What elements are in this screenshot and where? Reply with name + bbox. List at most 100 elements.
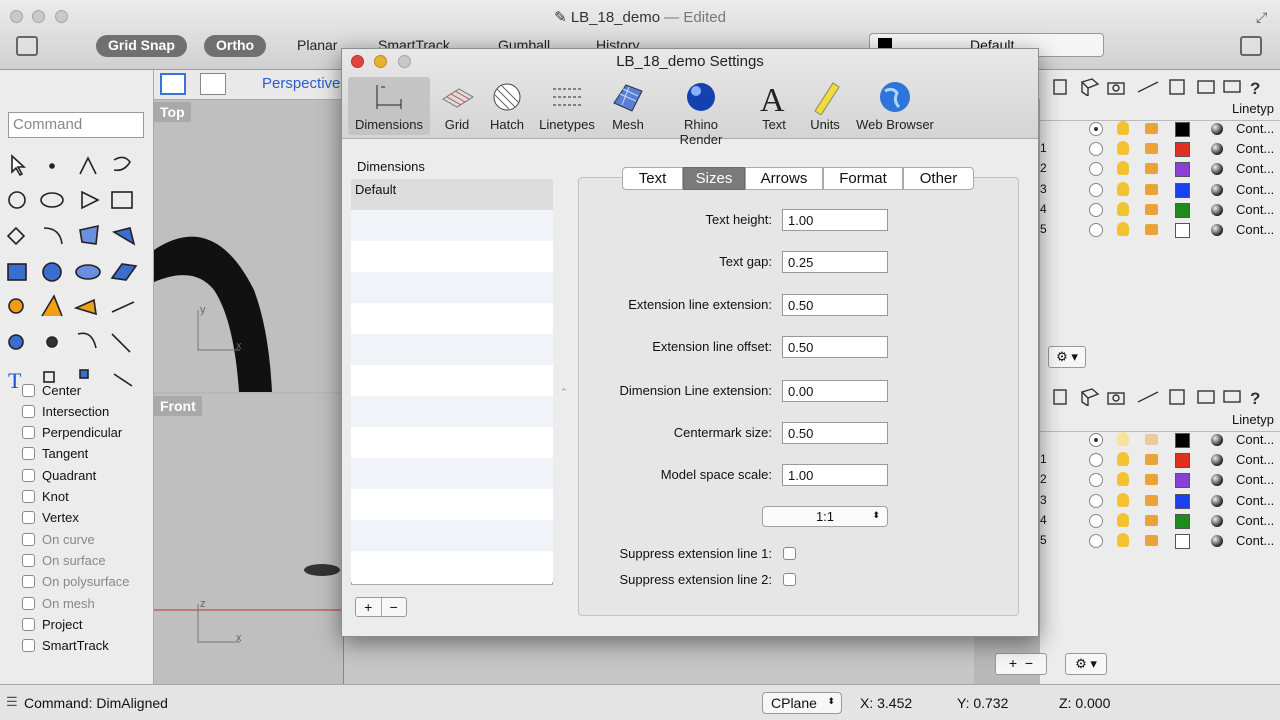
list-item[interactable] xyxy=(351,489,553,520)
lock-icon[interactable] xyxy=(1145,535,1158,546)
osnap-checkbox[interactable] xyxy=(22,468,35,482)
list-item[interactable] xyxy=(351,520,553,551)
bulb-icon[interactable] xyxy=(1117,201,1129,216)
osnap-project[interactable]: Project xyxy=(22,614,82,634)
lock-icon[interactable] xyxy=(1145,183,1158,195)
list-item[interactable] xyxy=(351,365,553,396)
layer-row[interactable]: Cont... xyxy=(1040,119,1280,139)
lock-icon[interactable] xyxy=(1145,163,1158,175)
lock-icon[interactable] xyxy=(1145,514,1158,526)
add-style-button[interactable]: + xyxy=(356,598,382,616)
osnap-on-surface[interactable]: On surface xyxy=(22,550,106,570)
layer-color-swatch[interactable] xyxy=(1175,182,1190,198)
osnap-on-curve[interactable]: On curve xyxy=(22,529,95,549)
splitter-handle[interactable]: ⌃ xyxy=(560,387,568,398)
menu-icon[interactable]: ☰ xyxy=(6,694,18,710)
current-layer-radio[interactable] xyxy=(1089,513,1103,528)
tab-arrows[interactable]: Arrows xyxy=(745,167,823,190)
current-layer-radio[interactable] xyxy=(1089,534,1103,548)
layer-row[interactable]: Cont... xyxy=(1040,430,1280,450)
layer-color-swatch[interactable] xyxy=(1175,223,1190,238)
material-icon[interactable] xyxy=(1211,494,1223,507)
front-viewport[interactable]: Front z x xyxy=(154,394,344,684)
layer-color-swatch[interactable] xyxy=(1175,493,1190,509)
list-item[interactable] xyxy=(351,551,553,582)
list-item[interactable]: Default xyxy=(351,179,553,210)
bulb-icon[interactable] xyxy=(1117,161,1129,176)
current-layer-radio[interactable] xyxy=(1089,182,1103,197)
layer-row[interactable]: 2 Cont... xyxy=(1040,159,1280,179)
osnap-checkbox[interactable] xyxy=(22,596,35,610)
tool-icons[interactable]: T xyxy=(4,152,150,394)
current-layer-radio[interactable] xyxy=(1089,142,1103,157)
current-layer-radio[interactable] xyxy=(1089,453,1103,468)
panel-tab-icons[interactable]: ? xyxy=(1048,78,1268,98)
layer-row[interactable]: 3 Cont... xyxy=(1040,491,1280,511)
osnap-smarttrack[interactable]: SmartTrack xyxy=(22,636,109,656)
material-icon[interactable] xyxy=(1211,183,1223,196)
bulb-icon[interactable] xyxy=(1117,492,1129,507)
material-icon[interactable] xyxy=(1211,163,1223,176)
material-icon[interactable] xyxy=(1211,123,1223,135)
current-layer-radio[interactable] xyxy=(1089,202,1103,217)
command-input[interactable]: Command xyxy=(8,112,144,138)
lock-icon[interactable] xyxy=(1145,434,1158,445)
list-item[interactable] xyxy=(351,427,553,458)
layer-color-swatch[interactable] xyxy=(1175,122,1190,137)
osnap-on-mesh[interactable]: On mesh xyxy=(22,593,95,613)
bulb-icon[interactable] xyxy=(1117,533,1129,547)
layer-color-swatch[interactable] xyxy=(1175,534,1190,549)
layer-row[interactable]: 4 Cont... xyxy=(1040,511,1280,531)
material-icon[interactable] xyxy=(1211,474,1223,487)
tab-other[interactable]: Other xyxy=(903,167,974,190)
material-icon[interactable] xyxy=(1211,434,1223,446)
osnap-tangent[interactable]: Tangent xyxy=(22,444,88,464)
osnap-checkbox[interactable] xyxy=(22,404,35,418)
layer-row[interactable]: 5 Cont... xyxy=(1040,220,1280,240)
bulb-icon[interactable] xyxy=(1117,452,1129,467)
layer-color-swatch[interactable] xyxy=(1175,142,1190,158)
text-height-input[interactable]: 1.00 xyxy=(782,209,888,231)
lock-icon[interactable] xyxy=(1145,474,1158,486)
panel-tab-icons-2[interactable]: ? xyxy=(1048,388,1268,408)
single-view-icon[interactable] xyxy=(200,73,226,95)
planar-toggle[interactable]: Planar xyxy=(297,37,337,53)
fullscreen-icon[interactable]: ⤢ xyxy=(1256,9,1267,26)
osnap-checkbox[interactable] xyxy=(22,575,35,589)
osnap-checkbox[interactable] xyxy=(22,490,35,503)
list-item[interactable] xyxy=(351,303,553,334)
four-view-icon[interactable] xyxy=(160,73,186,95)
tab-text[interactable]: Text xyxy=(622,167,683,190)
toolbar-mesh[interactable]: Mesh xyxy=(588,79,668,132)
layer-options-button-2[interactable]: ⚙ ▾ xyxy=(1065,653,1107,675)
material-icon[interactable] xyxy=(1211,143,1223,156)
osnap-knot[interactable]: Knot xyxy=(22,487,69,507)
lock-icon[interactable] xyxy=(1145,224,1158,235)
bulb-icon[interactable] xyxy=(1117,432,1129,446)
list-item[interactable] xyxy=(351,334,553,365)
osnap-checkbox[interactable] xyxy=(22,532,35,546)
bulb-icon[interactable] xyxy=(1117,141,1129,156)
material-icon[interactable] xyxy=(1211,203,1223,216)
layer-row[interactable]: 5 Cont... xyxy=(1040,531,1280,551)
osnap-on-polysurface[interactable]: On polysurface xyxy=(22,572,129,592)
text-gap-input[interactable]: 0.25 xyxy=(782,251,888,273)
layer-color-swatch[interactable] xyxy=(1175,433,1190,448)
bulb-icon[interactable] xyxy=(1117,222,1129,236)
layer-color-swatch[interactable] xyxy=(1175,453,1190,469)
current-layer-radio[interactable] xyxy=(1089,433,1103,447)
current-layer-radio[interactable] xyxy=(1089,473,1103,488)
lock-icon[interactable] xyxy=(1145,123,1158,134)
list-item[interactable] xyxy=(351,396,553,427)
osnap-checkbox[interactable] xyxy=(22,383,35,397)
list-item[interactable] xyxy=(351,458,553,489)
layer-row[interactable]: 2 Cont... xyxy=(1040,470,1280,490)
osnap-checkbox[interactable] xyxy=(22,511,35,525)
current-layer-radio[interactable] xyxy=(1089,223,1103,237)
bulb-icon[interactable] xyxy=(1117,512,1129,527)
tab-perspective[interactable]: Perspective xyxy=(262,75,340,92)
model-scale-select[interactable]: 1:1 ⬍ xyxy=(762,506,888,527)
osnap-perpendicular[interactable]: Perpendicular xyxy=(22,423,122,443)
osnap-intersection[interactable]: Intersection xyxy=(22,401,109,421)
toolbar-rhino-render[interactable]: Rhino Render xyxy=(661,79,741,147)
